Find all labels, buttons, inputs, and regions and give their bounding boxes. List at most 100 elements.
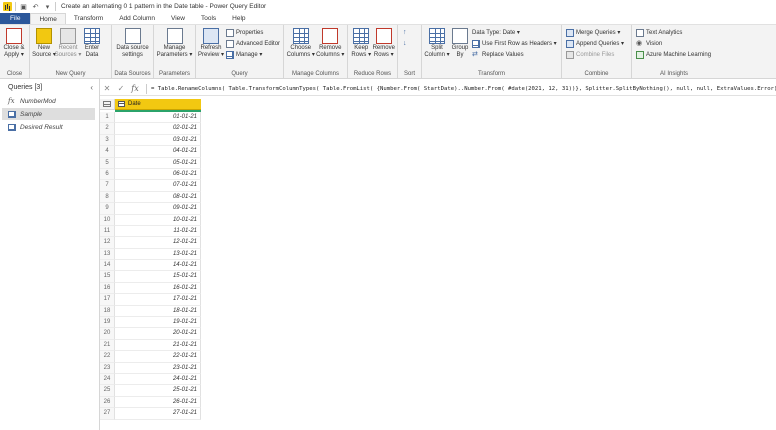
table-row[interactable]: 23 23-01-21 (100, 362, 201, 374)
date-cell[interactable]: 26-01-21 (115, 396, 201, 409)
date-cell[interactable]: 12-01-21 (115, 237, 201, 249)
row-number[interactable]: 11 (100, 225, 115, 238)
table-row[interactable]: 27 27-01-21 (100, 408, 201, 420)
table-row[interactable]: 24 24-01-21 (100, 373, 201, 386)
date-cell[interactable]: 04-01-21 (115, 146, 201, 158)
commit-formula-icon[interactable]: ✓ (114, 84, 128, 93)
sort-descending-button[interactable]: ↓ (403, 39, 411, 48)
table-row[interactable]: 6 06-01-21 (100, 168, 201, 181)
table-row[interactable]: 1 01-01-21 (100, 112, 201, 124)
table-row[interactable]: 19 19-01-21 (100, 317, 201, 329)
date-cell[interactable]: 25-01-21 (115, 385, 201, 397)
table-row[interactable]: 18 18-01-21 (100, 305, 201, 318)
table-row[interactable]: 3 03-01-21 (100, 134, 201, 147)
date-cell[interactable]: 18-01-21 (115, 305, 201, 318)
row-number[interactable]: 6 (100, 168, 115, 181)
row-number[interactable]: 16 (100, 282, 115, 295)
formula-input[interactable]: = Table.RenameColumns( Table.TransformCo… (151, 86, 776, 92)
row-number[interactable]: 15 (100, 271, 115, 283)
table-row[interactable]: 12 12-01-21 (100, 237, 201, 249)
table-row[interactable]: 15 15-01-21 (100, 271, 201, 283)
table-row[interactable]: 26 26-01-21 (100, 396, 201, 409)
table-row[interactable]: 13 13-01-21 (100, 248, 201, 261)
date-cell[interactable]: 05-01-21 (115, 157, 201, 169)
table-row[interactable]: 10 10-01-21 (100, 214, 201, 226)
row-number[interactable]: 17 (100, 294, 115, 306)
table-row[interactable]: 11 11-01-21 (100, 225, 201, 238)
collapse-pane-chevron-icon[interactable]: ‹ (90, 83, 93, 92)
table-row[interactable]: 22 22-01-21 (100, 351, 201, 363)
row-number[interactable]: 22 (100, 351, 115, 363)
sort-ascending-button[interactable]: ↑ (403, 28, 411, 37)
date-cell[interactable]: 22-01-21 (115, 351, 201, 363)
row-number[interactable]: 25 (100, 385, 115, 397)
date-cell[interactable]: 24-01-21 (115, 373, 201, 386)
combine-files-button[interactable]: Combine Files (566, 50, 624, 59)
row-number[interactable]: 12 (100, 237, 115, 249)
table-row[interactable]: 21 21-01-21 (100, 339, 201, 352)
date-cell[interactable]: 21-01-21 (115, 339, 201, 352)
date-cell[interactable]: 17-01-21 (115, 294, 201, 306)
row-number[interactable]: 13 (100, 248, 115, 261)
fx-icon[interactable]: fx (128, 84, 142, 93)
row-number[interactable]: 20 (100, 328, 115, 340)
table-row[interactable]: 16 16-01-21 (100, 282, 201, 295)
row-number[interactable]: 7 (100, 180, 115, 192)
table-row[interactable]: 7 07-01-21 (100, 180, 201, 192)
text-analytics-button[interactable]: Text Analytics (636, 28, 711, 37)
row-number[interactable]: 26 (100, 396, 115, 409)
date-cell[interactable]: 06-01-21 (115, 168, 201, 181)
date-cell[interactable]: 27-01-21 (115, 408, 201, 420)
save-icon[interactable]: ▣ (19, 2, 28, 11)
properties-button[interactable]: Properties (226, 28, 280, 37)
row-number[interactable]: 4 (100, 146, 115, 158)
row-number[interactable]: 23 (100, 362, 115, 374)
date-cell[interactable]: 16-01-21 (115, 282, 201, 295)
date-cell[interactable]: 08-01-21 (115, 191, 201, 204)
tab-add-column[interactable]: Add Column (111, 13, 163, 24)
column-header-date[interactable]: Date (115, 99, 201, 110)
date-cell[interactable]: 03-01-21 (115, 134, 201, 147)
row-number[interactable]: 10 (100, 214, 115, 226)
row-number[interactable]: 14 (100, 260, 115, 272)
tab-file[interactable]: File (0, 13, 31, 24)
advanced-editor-button[interactable]: Advanced Editor (226, 39, 280, 48)
tab-view[interactable]: View (163, 13, 193, 24)
date-cell[interactable]: 07-01-21 (115, 180, 201, 192)
date-cell[interactable]: 02-01-21 (115, 123, 201, 135)
customize-toolbar-icon[interactable]: ▾ (43, 2, 52, 11)
tab-help[interactable]: Help (224, 13, 253, 24)
table-row[interactable]: 14 14-01-21 (100, 260, 201, 272)
row-number[interactable]: 8 (100, 191, 115, 204)
row-number[interactable]: 2 (100, 123, 115, 135)
row-number[interactable]: 3 (100, 134, 115, 147)
table-row[interactable]: 8 08-01-21 (100, 191, 201, 204)
tab-tools[interactable]: Tools (193, 13, 224, 24)
date-cell[interactable]: 15-01-21 (115, 271, 201, 283)
vision-button[interactable]: ◉ Vision (636, 39, 711, 48)
table-row[interactable]: 9 09-01-21 (100, 203, 201, 215)
calendar-icon[interactable] (118, 101, 125, 107)
row-number[interactable]: 19 (100, 317, 115, 329)
data-type-dropdown[interactable]: Data Type: Date ▾ (472, 28, 557, 37)
replace-values-button[interactable]: ⇄ Replace Values (472, 50, 557, 59)
append-queries-button[interactable]: Append Queries ▾ (566, 39, 624, 48)
undo-icon[interactable]: ↶ (31, 2, 40, 11)
query-item-numbermod[interactable]: fx NumberMod (2, 95, 95, 107)
query-item-sample[interactable]: Sample (2, 108, 95, 120)
row-number[interactable]: 24 (100, 373, 115, 386)
table-row[interactable]: 20 20-01-21 (100, 328, 201, 340)
date-cell[interactable]: 19-01-21 (115, 317, 201, 329)
table-menu-button[interactable] (100, 99, 115, 110)
date-cell[interactable]: 11-01-21 (115, 225, 201, 238)
merge-queries-button[interactable]: Merge Queries ▾ (566, 28, 624, 37)
tab-home[interactable]: Home (30, 13, 66, 24)
cancel-formula-icon[interactable]: ✕ (100, 84, 114, 93)
date-cell[interactable]: 10-01-21 (115, 214, 201, 226)
row-number[interactable]: 21 (100, 339, 115, 352)
azure-ml-button[interactable]: Azure Machine Learning (636, 50, 711, 59)
table-row[interactable]: 5 05-01-21 (100, 157, 201, 169)
tab-transform[interactable]: Transform (66, 13, 111, 24)
date-cell[interactable]: 01-01-21 (115, 112, 201, 124)
row-number[interactable]: 9 (100, 203, 115, 215)
